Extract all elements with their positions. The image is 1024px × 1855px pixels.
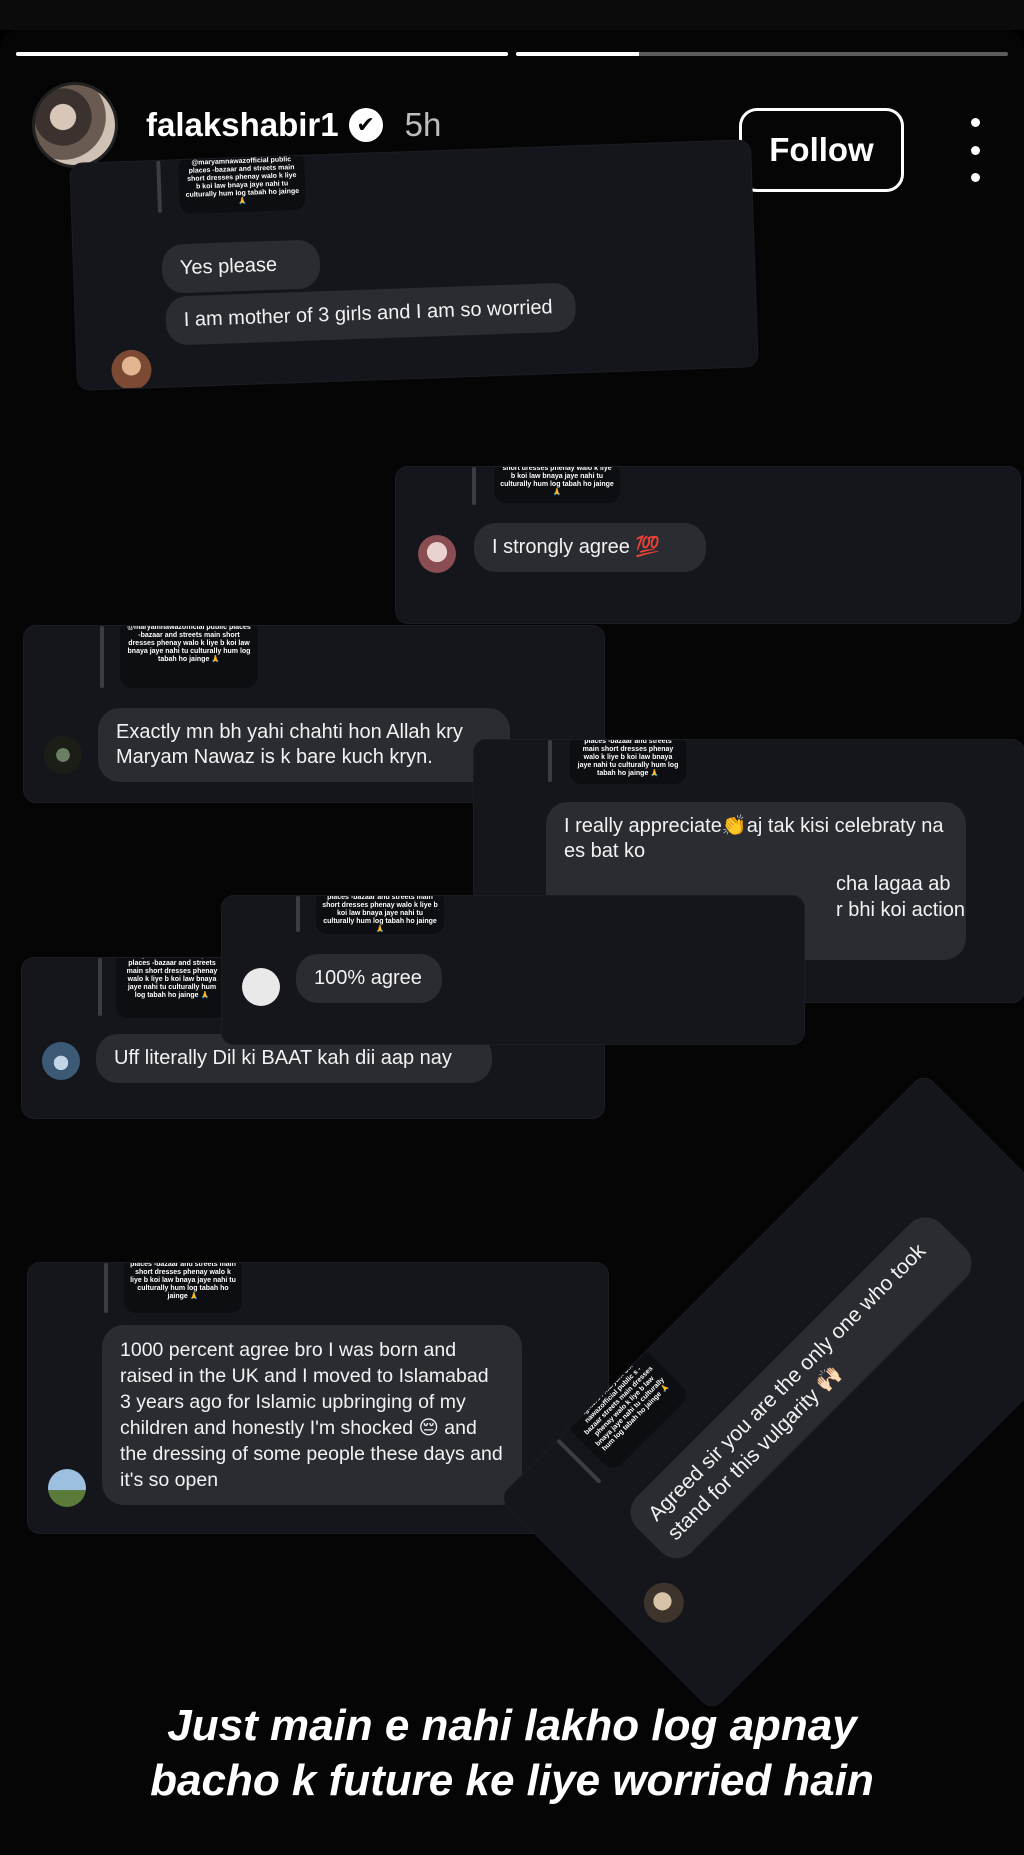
status-strip: [0, 0, 1024, 30]
username[interactable]: falakshabir1: [146, 106, 339, 144]
commenter-avatar: [44, 736, 82, 774]
caption-line-2: bacho k future ke liye worried hain: [150, 1756, 874, 1805]
comment-bubble: 1000 percent agree bro I was born and ra…: [102, 1325, 522, 1505]
quoted-story-preview: places -bazaar and streets main short dr…: [124, 1263, 242, 1313]
profile-avatar[interactable]: [32, 82, 118, 168]
comment-text: r bhi koi action: [836, 899, 965, 921]
quoted-story-preview: @maryamnawazofficial public places -baza…: [178, 151, 307, 215]
story-caption: Just main e nahi lakho log apnay bacho k…: [0, 1698, 1024, 1808]
comment-card-2: short dresses phenay walo k liye b koi l…: [396, 467, 1020, 623]
follow-button[interactable]: Follow: [739, 108, 904, 192]
comment-text: I really appreciate👏aj tak kisi celebrat…: [564, 815, 944, 862]
quoted-story-preview: places -bazaar and streets main short dr…: [316, 896, 444, 934]
commenter-avatar: [418, 535, 456, 573]
caption-line-1: Just main e nahi lakho log apnay: [167, 1701, 857, 1750]
quoted-story-preview: @maryamnawazofficial public places -baza…: [116, 958, 228, 1018]
commenter-avatar: [42, 1042, 80, 1080]
commenter-avatar: [635, 1574, 693, 1632]
commenter-avatar: [48, 1469, 86, 1507]
quoted-story-preview: @maryamnawazofficial public places -baza…: [120, 626, 258, 688]
comment-bubble: 100% agree: [296, 954, 442, 1003]
story-viewer: falakshabir1 ✔ 5h Follow @maryamnawazoff…: [0, 30, 1024, 1855]
comment-bubble: Exactly mn bh yahi chahti hon Allah kry …: [98, 708, 510, 782]
commenter-avatar: [110, 349, 153, 390]
story-progress: [16, 52, 1008, 56]
comment-card-5: places -bazaar and streets main short dr…: [222, 896, 804, 1044]
post-time: 5h: [404, 106, 442, 143]
verified-badge-icon: ✔: [348, 108, 383, 142]
progress-segment-2: [516, 52, 1008, 56]
quoted-story-preview: short dresses phenay walo k liye b koi l…: [494, 467, 620, 503]
commenter-avatar: [242, 968, 280, 1006]
comment-bubble: I am mother of 3 girls and I am so worri…: [164, 282, 577, 346]
progress-segment-1: [16, 52, 508, 56]
comment-bubble: I strongly agree 💯: [474, 523, 706, 572]
more-options-icon[interactable]: [960, 118, 990, 182]
comment-card-1: @maryamnawazofficial public places -baza…: [70, 140, 758, 390]
comment-text: cha lagaa ab: [836, 873, 951, 895]
comment-bubble: Yes please: [161, 239, 321, 294]
quoted-story-preview: places -bazaar and streets main short dr…: [570, 740, 686, 784]
